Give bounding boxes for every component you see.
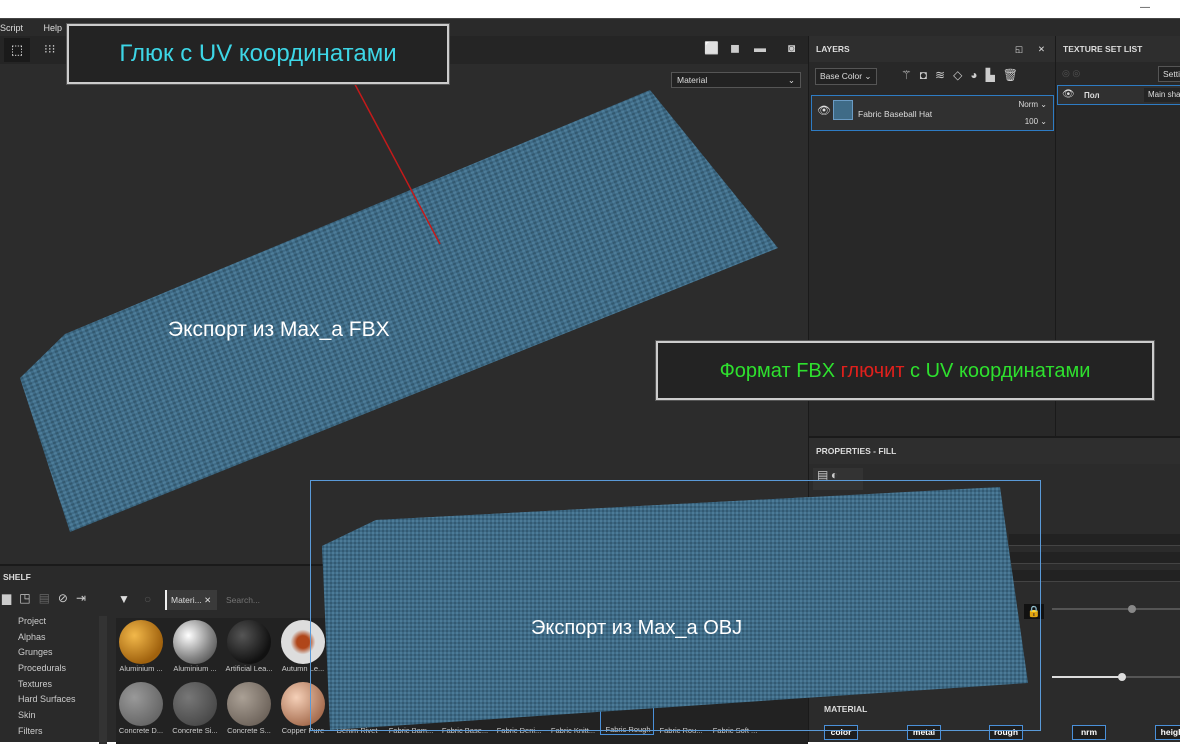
obj-mesh-front <box>322 487 1028 730</box>
label-obj: Экспорт из Max_a OBJ <box>531 617 743 639</box>
